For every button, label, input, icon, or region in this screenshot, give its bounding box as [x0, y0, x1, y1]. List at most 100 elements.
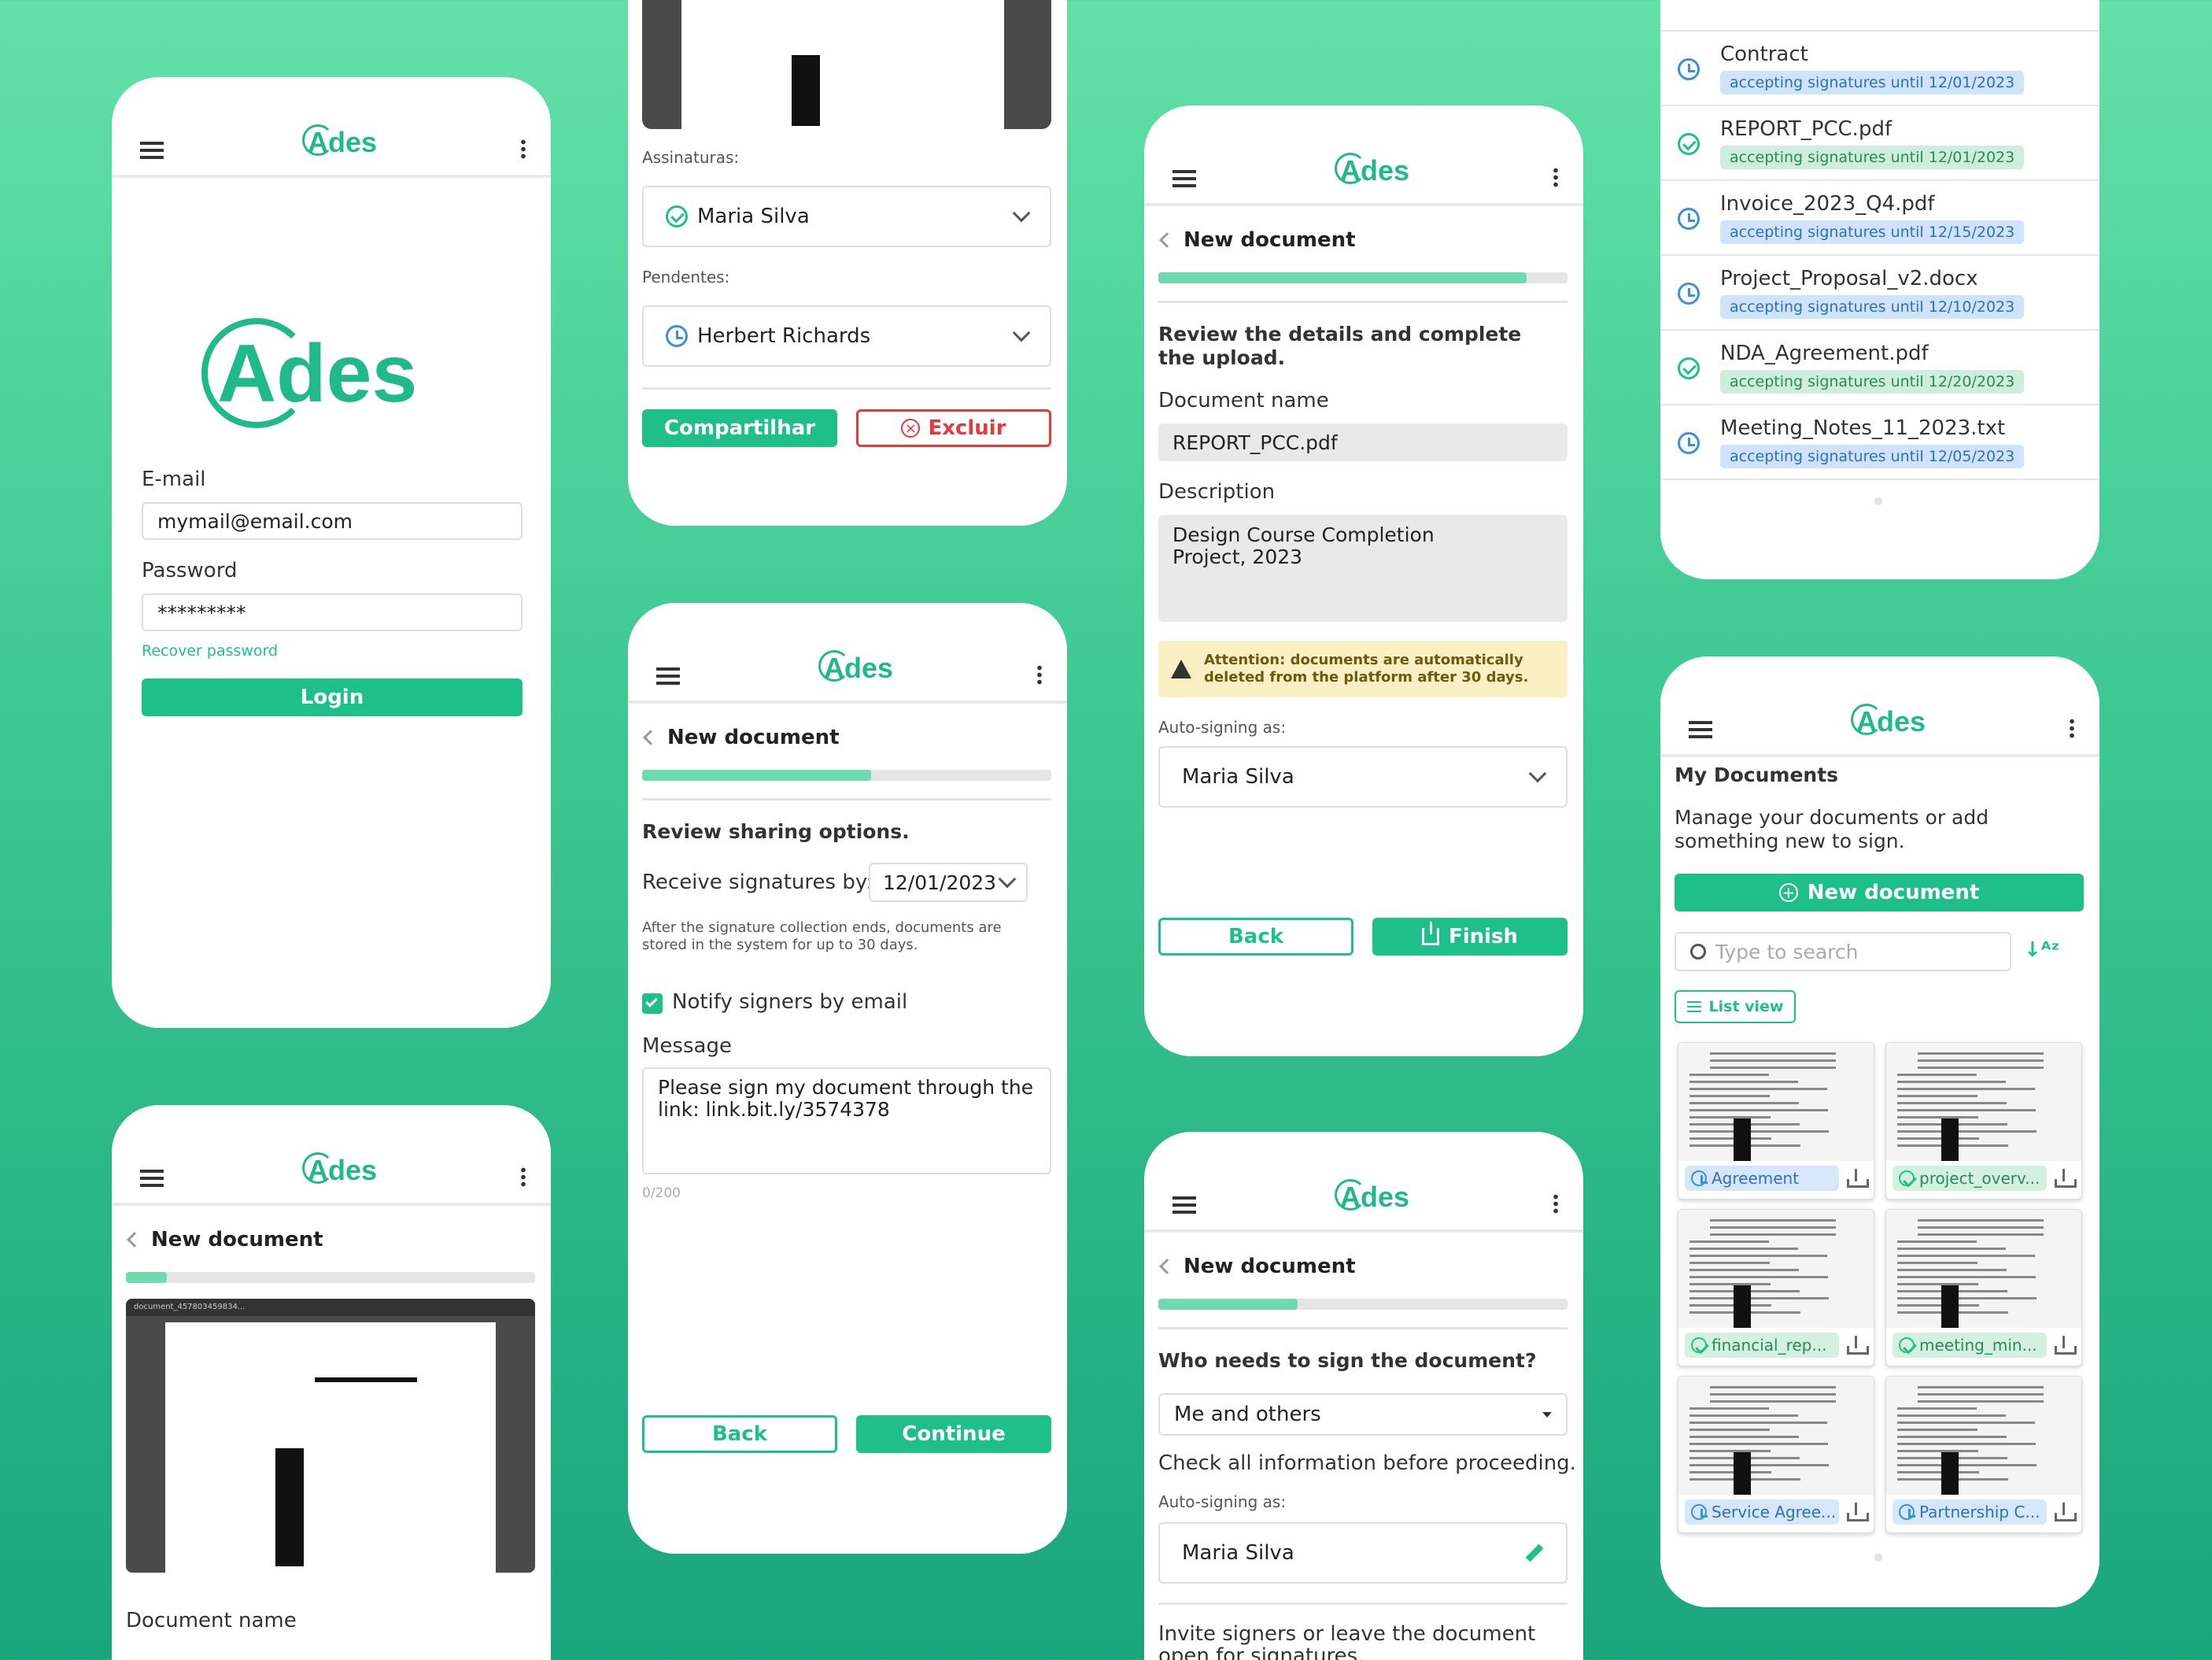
list-item[interactable]: Contract accepting signatures until 12/01… [1660, 31, 2099, 106]
pending-dropdown[interactable]: Herbert Richards [642, 305, 1051, 367]
menu-icon[interactable] [1689, 721, 1712, 738]
document-thumbnail [1886, 1043, 2081, 1161]
password-input[interactable]: ********* [142, 593, 523, 631]
email-label: E-mail [142, 468, 206, 491]
doc-name-input[interactable]: REPORT_PCC.pdf [1158, 423, 1568, 461]
message-textarea[interactable]: Please sign my document through the link… [642, 1067, 1051, 1174]
login-button[interactable]: Login [142, 678, 523, 716]
more-icon[interactable] [1036, 664, 1042, 685]
finish-button[interactable]: Finish [1372, 918, 1568, 956]
back-link[interactable]: New document [1159, 1255, 1356, 1278]
download-icon[interactable] [1845, 1334, 1869, 1356]
more-icon[interactable] [2069, 718, 2074, 738]
signed-dropdown[interactable]: Maria Silva [642, 186, 1051, 247]
document-tag-label: Agreement [1712, 1169, 1800, 1188]
pending-name: Herbert Richards [697, 324, 871, 348]
phone-signatures: Assinaturas: Maria Silva Pendentes: Herb… [628, 0, 1067, 526]
check-icon [1678, 357, 1700, 379]
list-item[interactable]: Invoice_2023_Q4.pdf accepting signatures … [1660, 181, 2099, 256]
menu-icon[interactable] [656, 667, 680, 685]
continue-button[interactable]: Continue [856, 1415, 1051, 1453]
more-icon[interactable] [1553, 167, 1558, 187]
document-preview [642, 0, 1051, 129]
more-icon[interactable] [1553, 1193, 1558, 1214]
back-link[interactable]: New document [1159, 228, 1356, 252]
document-card[interactable]: Service Agree... [1678, 1376, 1874, 1533]
document-tag: financial_rep... [1685, 1333, 1839, 1358]
status-badge: accepting signatures until 12/01/2023 [1720, 71, 2025, 94]
document-card[interactable]: Agreement [1678, 1042, 1874, 1200]
menu-icon[interactable] [140, 1170, 164, 1187]
doc-name-label: Document name [1158, 389, 1329, 412]
more-icon[interactable] [520, 1166, 526, 1187]
description-textarea[interactable]: Design Course Completion Project, 2023 [1158, 515, 1568, 622]
download-icon[interactable] [2053, 1167, 2077, 1189]
sharing-heading: Review sharing options. [642, 820, 910, 843]
edit-icon[interactable] [1525, 1544, 1544, 1562]
menu-icon[interactable] [140, 142, 164, 159]
menu-icon[interactable] [1172, 1196, 1196, 1214]
check-icon [666, 205, 688, 227]
document-card[interactable]: meeting_min... [1885, 1209, 2082, 1366]
status-badge: accepting signatures until 12/10/2023 [1720, 295, 2025, 319]
document-thumbnail [1678, 1377, 1874, 1495]
search-input[interactable]: Type to search [1675, 932, 2011, 971]
autosign-field[interactable]: Maria Silva [1158, 1522, 1568, 1584]
delete-icon: × [901, 419, 921, 438]
caret-down-icon [1542, 1411, 1552, 1418]
delete-button[interactable]: × Excluir [856, 409, 1051, 447]
list-view-button[interactable]: List view [1675, 990, 1796, 1023]
description-label: Description [1158, 480, 1276, 504]
app-header: Ades [112, 77, 551, 178]
document-name: REPORT_PCC.pdf [1720, 117, 1893, 141]
clock-icon [1678, 208, 1700, 230]
clock-icon [1691, 1170, 1708, 1186]
recover-password-link[interactable]: Recover password [142, 642, 278, 660]
list-item[interactable]: REPORT_PCC.pdf accepting signatures until… [1660, 106, 2099, 181]
notify-checkbox[interactable] [642, 993, 663, 1014]
sort-icon[interactable]: ↓ᴬᶻ [2024, 938, 2071, 967]
autosign-label: Auto-signing as: [1158, 1492, 1287, 1511]
download-icon[interactable] [1845, 1167, 1869, 1189]
autosign-select[interactable]: Maria Silva [1158, 746, 1568, 808]
email-input[interactable]: mymail@email.com [142, 502, 523, 540]
scroll-dot [1874, 1554, 1882, 1562]
date-select[interactable]: 12/01/2023 [869, 863, 1028, 902]
document-name: Invoice_2023_Q4.pdf [1720, 192, 1935, 216]
chevron-left-icon [643, 730, 659, 745]
app-header: Ades [112, 1105, 551, 1206]
download-icon[interactable] [2053, 1501, 2077, 1523]
download-icon[interactable] [2053, 1334, 2077, 1356]
message-label: Message [642, 1034, 732, 1058]
list-item[interactable]: Project_Proposal_v2.docx accepting signat… [1660, 256, 2099, 331]
who-select[interactable]: Me and others [1158, 1393, 1568, 1436]
document-card[interactable]: Partnership C... [1885, 1376, 2082, 1533]
download-icon[interactable] [1845, 1501, 1869, 1523]
progress-bar [126, 1272, 535, 1283]
back-link[interactable]: New document [127, 1228, 323, 1251]
logo: Ades [1850, 704, 1926, 738]
status-badge: accepting signatures until 12/05/2023 [1720, 445, 2025, 468]
document-preview: document_457803459834... [126, 1299, 535, 1573]
document-card[interactable]: financial_rep... [1678, 1209, 1874, 1366]
document-thumbnail [1678, 1210, 1874, 1328]
menu-icon[interactable] [1172, 170, 1196, 187]
list-item[interactable]: NDA_Agreement.pdf accepting signatures un… [1660, 331, 2099, 405]
list-item[interactable]: Meeting_Notes_11_2023.txt accepting signa… [1660, 405, 2099, 480]
back-button[interactable]: Back [642, 1415, 837, 1453]
document-tag: Partnership C... [1893, 1499, 2047, 1525]
autosign-label: Auto-signing as: [1158, 718, 1287, 737]
clock-icon [1678, 58, 1700, 80]
share-button[interactable]: Compartilhar [642, 409, 837, 447]
more-icon[interactable] [520, 139, 526, 159]
back-link[interactable]: New document [643, 726, 840, 749]
new-document-button[interactable]: + New document [1675, 874, 2084, 911]
document-card[interactable]: project_overv... [1885, 1042, 2082, 1200]
app-header: Ades [1660, 656, 2099, 757]
scroll-dot [1874, 497, 1882, 505]
warning-text: Attention: documents are automatically d… [1204, 652, 1529, 686]
back-button[interactable]: Back [1158, 918, 1353, 956]
progress-bar [1158, 272, 1568, 283]
divider [1158, 1603, 1568, 1605]
clock-icon [1678, 283, 1700, 305]
